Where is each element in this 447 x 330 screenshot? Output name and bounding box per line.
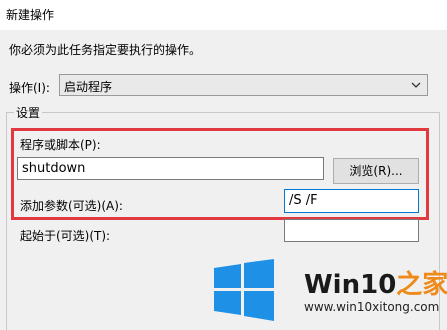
start-in-input[interactable]	[284, 219, 419, 242]
watermark-brand: Win10之家	[304, 264, 447, 301]
settings-group-label: 设置	[14, 104, 43, 121]
start-in-label: 起始于(可选)(T):	[20, 229, 111, 243]
action-select-value: 启动程序	[64, 80, 113, 94]
watermark-brand-main: Win10	[304, 270, 397, 300]
chevron-down-icon	[411, 82, 421, 88]
program-input[interactable]: shutdown	[17, 157, 324, 180]
title-bar: 新建操作	[0, 0, 447, 30]
new-action-dialog: 新建操作 你必须为此任务指定要执行的操作。 操作(I): 启动程序 设置 程序或…	[0, 0, 447, 330]
windows-logo-icon	[214, 259, 274, 321]
arguments-label: 添加参数(可选)(A):	[20, 199, 123, 213]
arguments-input-value: /S /F	[289, 193, 318, 208]
watermark-brand-suffix: 之家	[396, 270, 447, 300]
instruction-text: 你必须为此任务指定要执行的操作。	[9, 43, 202, 57]
watermark-url: www.win10xitong.com	[304, 300, 440, 314]
arguments-input[interactable]: /S /F	[284, 189, 419, 213]
action-select[interactable]: 启动程序	[59, 74, 428, 96]
action-label: 操作(I):	[9, 81, 50, 95]
watermark: Win10之家 www.win10xitong.com	[212, 256, 447, 330]
browse-button[interactable]: 浏览(R)...	[333, 158, 419, 184]
program-label: 程序或脚本(P):	[20, 138, 101, 152]
program-input-value: shutdown	[22, 161, 86, 176]
dialog-title: 新建操作	[6, 8, 55, 22]
